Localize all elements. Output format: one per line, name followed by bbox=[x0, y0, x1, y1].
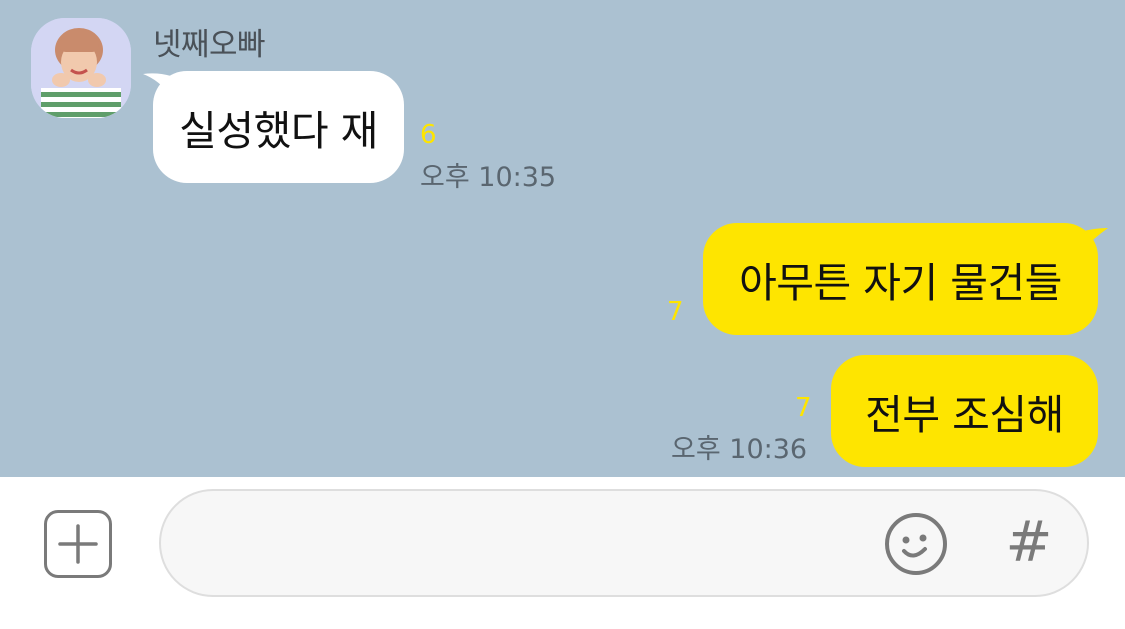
incoming-message-bubble[interactable]: 실성했다 재 bbox=[153, 71, 404, 183]
outgoing-message-bubble[interactable]: 전부 조심해 bbox=[831, 355, 1098, 467]
sender-name: 넷째오빠 bbox=[153, 27, 266, 63]
message-time: 오후 10:35 bbox=[420, 162, 557, 193]
message-text: 아무튼 자기 물건들 bbox=[739, 259, 1062, 307]
avatar-image bbox=[31, 18, 131, 118]
message-input[interactable] bbox=[201, 515, 881, 571]
message-time: 오후 10:36 bbox=[671, 434, 808, 465]
message-input-bar: # bbox=[0, 477, 1125, 629]
unread-count: 6 bbox=[420, 120, 437, 150]
message-text: 실성했다 재 bbox=[179, 107, 378, 155]
unread-count: 7 bbox=[667, 297, 684, 327]
attach-plus-button[interactable] bbox=[44, 510, 112, 578]
message-input-container[interactable]: # bbox=[159, 489, 1089, 597]
sender-avatar[interactable] bbox=[31, 18, 131, 118]
emoji-button[interactable] bbox=[883, 511, 949, 577]
message-text: 전부 조심해 bbox=[865, 391, 1064, 439]
smiley-icon bbox=[885, 513, 947, 575]
unread-count: 7 bbox=[795, 393, 812, 423]
plus-square-icon bbox=[58, 524, 98, 564]
chat-area[interactable]: 넷째오빠 실성했다 재 6 오후 10:35 아무튼 자기 물건들 7 전부 조… bbox=[0, 0, 1125, 477]
hashtag-button[interactable]: # bbox=[999, 513, 1059, 573]
outgoing-message-bubble[interactable]: 아무튼 자기 물건들 bbox=[703, 223, 1098, 335]
